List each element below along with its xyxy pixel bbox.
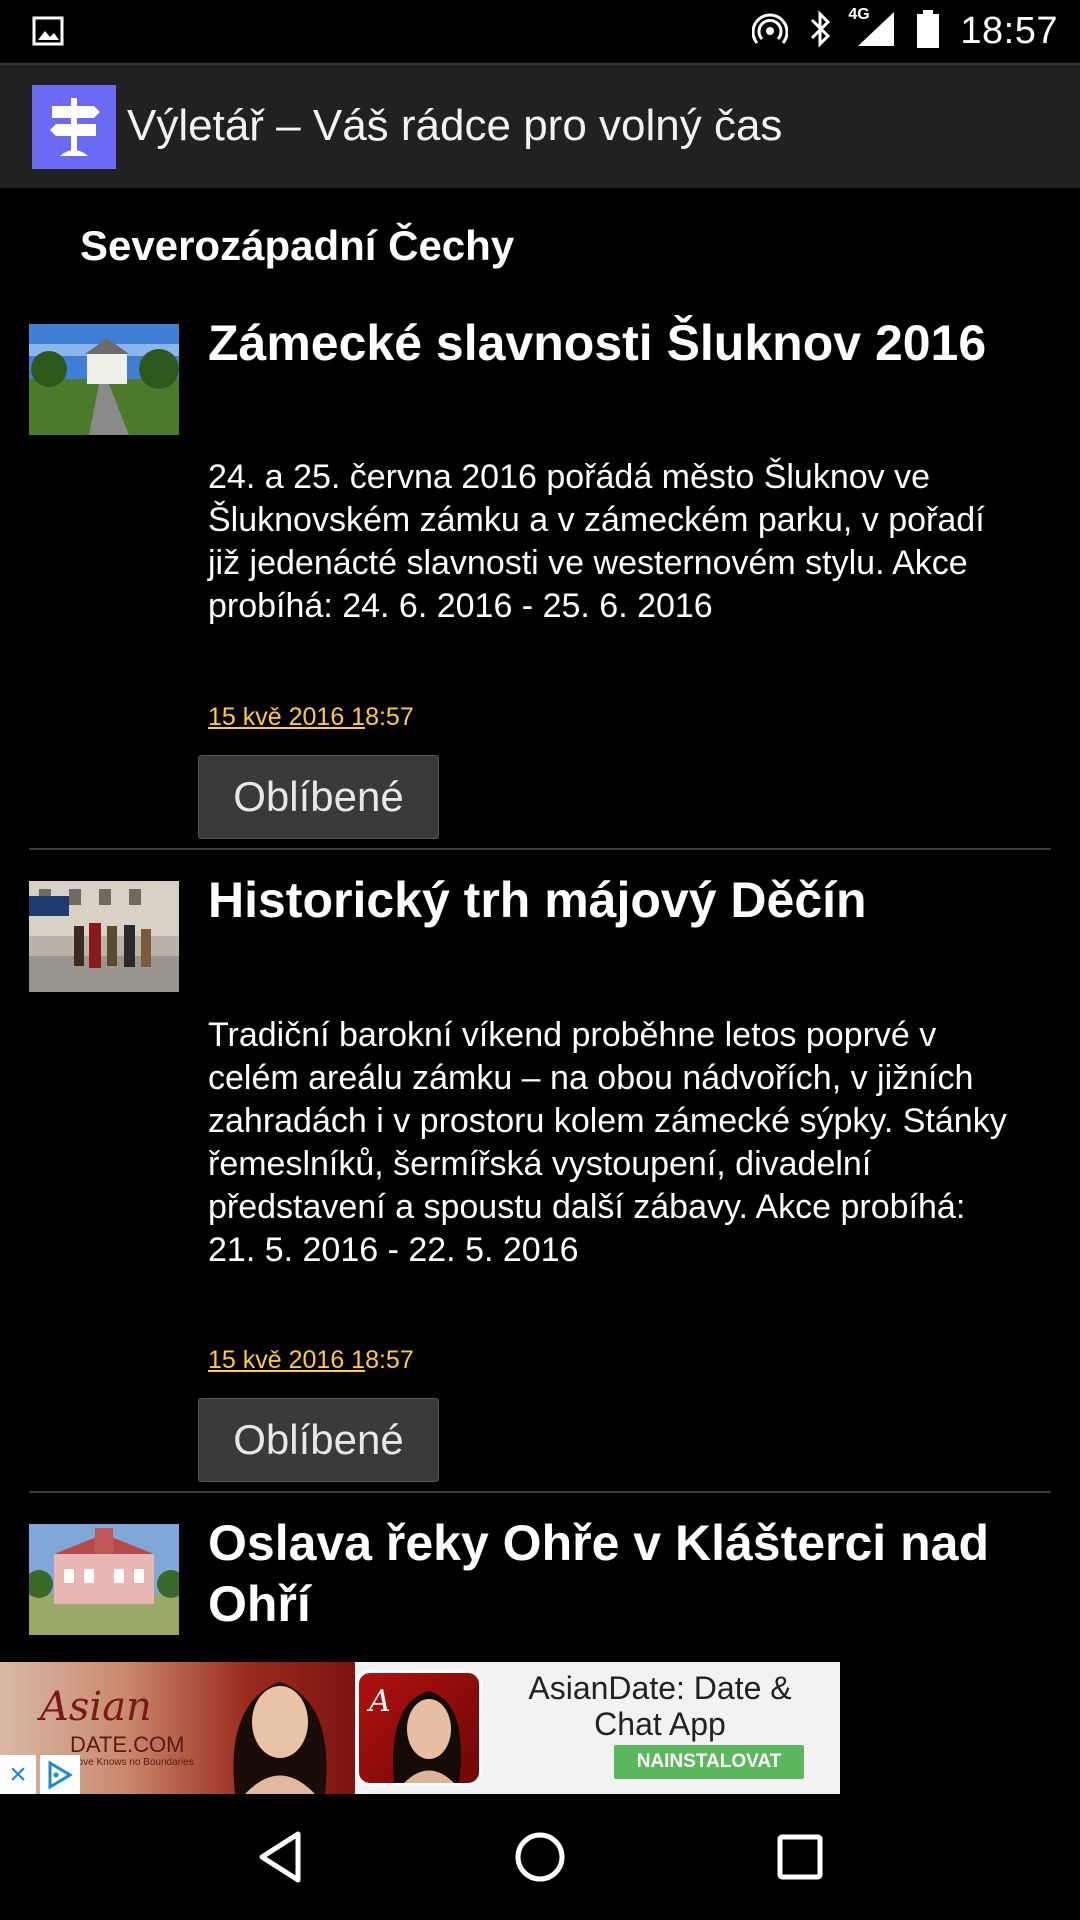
event-thumbnail[interactable] xyxy=(29,324,179,435)
battery-icon xyxy=(916,9,940,54)
ad-close-icon[interactable]: × xyxy=(0,1755,36,1794)
status-bar: 4G 18:57 xyxy=(0,0,1080,63)
clock: 18:57 xyxy=(960,10,1058,52)
ad-title[interactable]: AsianDate: Date & Chat App xyxy=(500,1670,820,1742)
item-title[interactable]: Zámecké slavnosti Šluknov 2016 xyxy=(208,313,1008,374)
ad-brand-tag: Love Knows no Boundaries xyxy=(72,1757,194,1768)
favorite-button[interactable]: Oblíbené xyxy=(198,755,439,839)
divider xyxy=(29,1491,1051,1493)
network-label: 4G xyxy=(848,6,870,23)
app-bar: Výletář – Váš rádce pro volný čas xyxy=(0,63,1080,188)
favorite-button[interactable]: Oblíbené xyxy=(198,1398,439,1482)
ad-app-icon[interactable]: A xyxy=(356,1670,482,1786)
ad-brand-sub: DATE.COM xyxy=(70,1732,185,1757)
hotspot-icon xyxy=(751,11,789,52)
date-link-text[interactable]: 15 kvě 2016 1 xyxy=(208,1346,365,1374)
item-date-link[interactable]: 15 kvě 2016 18:57 xyxy=(208,1346,414,1375)
home-icon[interactable] xyxy=(500,1817,580,1897)
item-title[interactable]: Historický trh májový Děčín xyxy=(208,870,1008,931)
date-link-text[interactable]: 15 kvě 2016 1 xyxy=(208,703,365,731)
image-notification-icon xyxy=(32,16,64,51)
screen: 4G 18:57 Výletář – Váš rádce pro volný č… xyxy=(0,0,1080,1920)
signpost-logo-icon[interactable] xyxy=(32,85,116,169)
svg-text:A: A xyxy=(366,1684,391,1719)
item-title[interactable]: Oslava řeky Ohře v Klášterci nad Ohří xyxy=(208,1513,1008,1635)
date-rest-text: 8:57 xyxy=(365,703,414,731)
date-rest-text: 8:57 xyxy=(365,1346,414,1374)
app-title: Výletář – Váš rádce pro volný čas xyxy=(127,101,783,150)
status-icons: 4G 18:57 xyxy=(751,0,1058,63)
item-description: 24. a 25. června 2016 pořádá město Šlukn… xyxy=(208,458,985,625)
ad-brand: Asian xyxy=(40,1684,152,1730)
ad-model-image xyxy=(233,1682,327,1794)
bluetooth-icon xyxy=(808,10,834,53)
item-date-link[interactable]: 15 kvě 2016 18:57 xyxy=(208,703,414,732)
item-description: Tradiční barokní víkend proběhne letos p… xyxy=(208,1016,1007,1269)
signal-icon: 4G xyxy=(848,6,896,53)
back-icon[interactable] xyxy=(240,1817,320,1897)
recents-icon[interactable] xyxy=(760,1817,840,1897)
event-thumbnail[interactable] xyxy=(29,1524,179,1635)
section-title: Severozápadní Čechy xyxy=(80,222,515,269)
event-thumbnail[interactable] xyxy=(29,881,179,992)
ad-banner[interactable]: Asian DATE.COM Love Knows no Boundaries … xyxy=(0,1662,840,1794)
ad-choices-icon[interactable] xyxy=(40,1755,80,1794)
divider xyxy=(29,848,1051,850)
navigation-bar xyxy=(0,1794,1080,1920)
ad-install-button[interactable]: NAINSTALOVAT xyxy=(614,1745,804,1779)
